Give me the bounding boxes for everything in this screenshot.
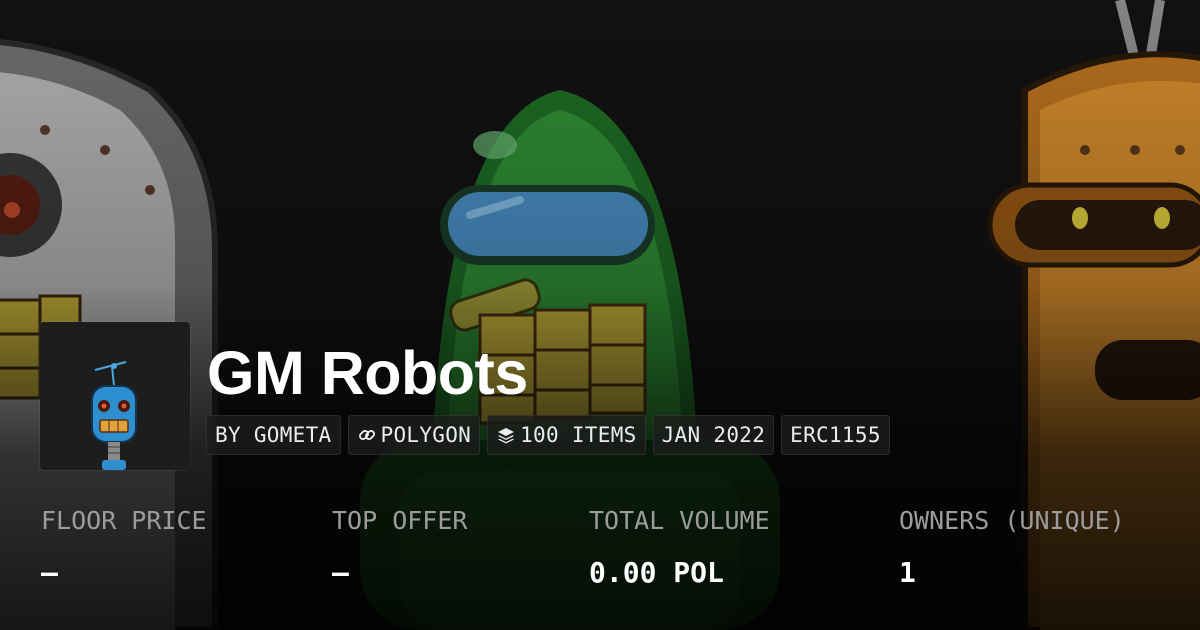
creator-label: BY GOMETA xyxy=(215,423,332,447)
top-offer-value: – xyxy=(332,556,349,589)
owners-stat: OWNERS (UNIQUE) 1 xyxy=(899,505,1125,591)
floor-price-value: – xyxy=(41,556,58,589)
floor-price-stat: FLOOR PRICE – xyxy=(41,505,207,591)
robot-avatar-image xyxy=(91,361,137,470)
layers-stack-icon xyxy=(496,425,516,445)
top-offer-label: TOP OFFER xyxy=(332,506,468,535)
items-chip[interactable]: 100 ITEMS xyxy=(487,415,646,455)
chain-chip[interactable]: POLYGON xyxy=(347,415,481,455)
date-label: JAN 2022 xyxy=(661,423,766,447)
owners-label: OWNERS (UNIQUE) xyxy=(899,506,1125,535)
top-offer-stat: TOP OFFER – xyxy=(332,505,467,591)
collection-title: GM Robots xyxy=(207,339,528,407)
collection-info-chips: BY GOMETA POLYGON 100 ITEMS JAN 2022 ERC… xyxy=(206,415,890,455)
total-volume-label: TOTAL VOLUME xyxy=(589,506,770,535)
floor-price-label: FLOOR PRICE xyxy=(41,506,207,535)
owners-value: 1 xyxy=(899,556,916,589)
total-volume-stat: TOTAL VOLUME 0.00 POL xyxy=(589,505,770,591)
standard-label: ERC1155 xyxy=(790,423,881,447)
collection-avatar xyxy=(40,322,190,470)
chain-link-icon xyxy=(357,425,377,445)
items-label: 100 ITEMS xyxy=(520,423,637,447)
chain-label: POLYGON xyxy=(380,423,472,447)
date-chip: JAN 2022 xyxy=(652,415,775,455)
creator-chip[interactable]: BY GOMETA xyxy=(206,415,341,455)
standard-chip: ERC1155 xyxy=(781,415,890,455)
total-volume-value: 0.00 POL xyxy=(589,556,724,589)
